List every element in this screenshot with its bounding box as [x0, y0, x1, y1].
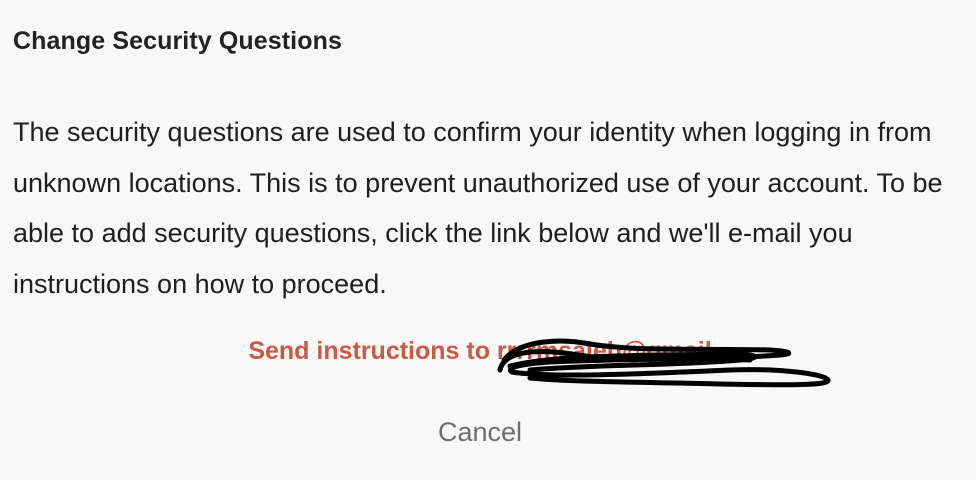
- dialog-title: Change Security Questions: [13, 27, 342, 55]
- send-instructions-link[interactable]: Send instructions to rrrrmsaleh@gmail: [0, 337, 960, 366]
- cancel-button[interactable]: Cancel: [0, 417, 960, 448]
- dialog-description: The security questions are used to confi…: [13, 117, 943, 299]
- change-security-questions-dialog: Change Security Questions The security q…: [0, 0, 976, 480]
